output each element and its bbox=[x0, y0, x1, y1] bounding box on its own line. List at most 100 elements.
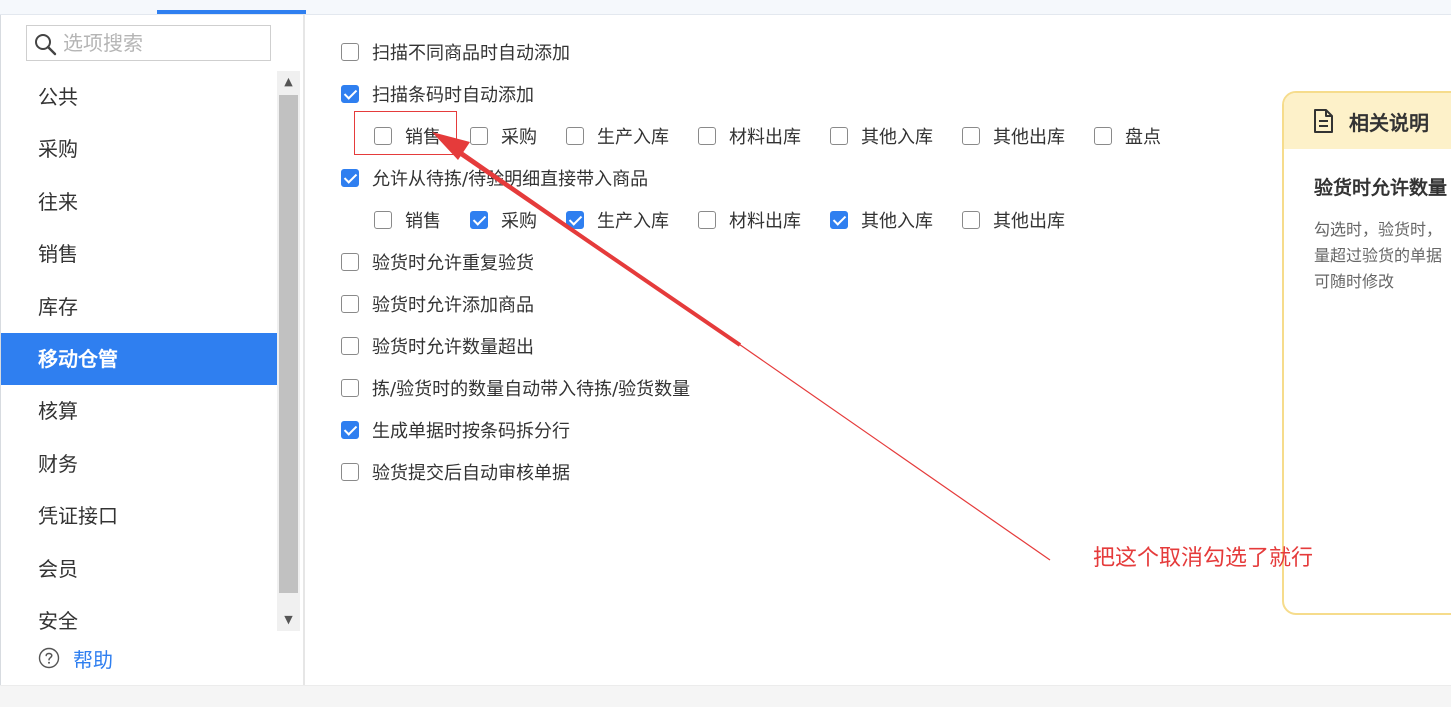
sidebar-item-mobile-warehouse[interactable]: 移动仓管 bbox=[1, 332, 277, 386]
checkbox[interactable] bbox=[830, 127, 848, 145]
checkbox[interactable] bbox=[470, 127, 488, 145]
option-label: 其他入库 bbox=[861, 127, 933, 148]
checkbox[interactable] bbox=[470, 211, 488, 229]
scan-barcode-sub-purchase[interactable]: 采购 bbox=[470, 124, 537, 148]
allow-bring-sub-production-in[interactable]: 生产入库 bbox=[566, 208, 669, 232]
sidebar-item-finance[interactable]: 财务 bbox=[1, 438, 277, 490]
option-allow-repeat-check[interactable]: 验货时允许重复验货 bbox=[341, 250, 534, 274]
top-tab-bar bbox=[0, 0, 1451, 15]
checkbox[interactable] bbox=[566, 211, 584, 229]
search-input[interactable] bbox=[61, 28, 265, 58]
related-info-header: 相关说明 bbox=[1284, 93, 1451, 149]
checkbox[interactable] bbox=[341, 379, 359, 397]
description-line: 量超过验货的单据 bbox=[1314, 246, 1443, 265]
checkbox[interactable] bbox=[341, 463, 359, 481]
sidebar-item-contacts[interactable]: 往来 bbox=[1, 176, 277, 228]
option-allow-add-goods[interactable]: 验货时允许添加商品 bbox=[341, 292, 534, 316]
checkbox[interactable] bbox=[1094, 127, 1112, 145]
help-label[interactable]: 帮助 bbox=[73, 644, 113, 673]
scan-barcode-sub-material-out[interactable]: 材料出库 bbox=[698, 124, 801, 148]
option-label: 盘点 bbox=[1125, 127, 1161, 148]
option-auto-audit-after-submit[interactable]: 验货提交后自动审核单据 bbox=[341, 460, 570, 484]
active-tab-indicator bbox=[157, 10, 306, 14]
option-label: 生产入库 bbox=[597, 127, 669, 148]
option-scan-barcode-add[interactable]: 扫描条码时自动添加 bbox=[341, 82, 534, 106]
scan-barcode-sub-other-out[interactable]: 其他出库 bbox=[962, 124, 1065, 148]
allow-bring-sub-other-out[interactable]: 其他出库 bbox=[962, 208, 1065, 232]
option-allow-bring-from-pending[interactable]: 允许从待拣/待验明细直接带入商品 bbox=[341, 166, 648, 190]
option-label: 验货时允许添加商品 bbox=[372, 295, 534, 316]
scan-barcode-sub-other-in[interactable]: 其他入库 bbox=[830, 124, 933, 148]
option-label: 其他出库 bbox=[993, 211, 1065, 232]
checkbox[interactable] bbox=[698, 127, 716, 145]
checkbox[interactable] bbox=[341, 253, 359, 271]
settings-content: 扫描不同商品时自动添加 扫描条码时自动添加 销售 采购 生产入库 材料出库 其他… bbox=[304, 15, 1451, 685]
related-info-title: 相关说明 bbox=[1349, 110, 1429, 135]
description-line: 可随时修改 bbox=[1314, 272, 1395, 291]
checkbox[interactable] bbox=[341, 85, 359, 103]
option-label: 采购 bbox=[501, 127, 537, 148]
sidebar-item-public[interactable]: 公共 bbox=[1, 71, 277, 123]
bottom-bar bbox=[0, 685, 1451, 707]
checkbox[interactable] bbox=[341, 337, 359, 355]
option-label: 拣/验货时的数量自动带入待拣/验货数量 bbox=[372, 379, 691, 400]
option-label: 扫描不同商品时自动添加 bbox=[372, 43, 570, 64]
scroll-up-arrow-icon[interactable]: ▲ bbox=[277, 71, 300, 93]
related-info-option-title: 验货时允许数量 bbox=[1314, 177, 1448, 199]
option-label: 采购 bbox=[501, 211, 537, 232]
checkbox[interactable] bbox=[374, 211, 392, 229]
allow-bring-sub-other-in[interactable]: 其他入库 bbox=[830, 208, 933, 232]
option-label: 其他入库 bbox=[861, 211, 933, 232]
sidebar-item-sales[interactable]: 销售 bbox=[1, 228, 277, 280]
checkbox[interactable] bbox=[341, 421, 359, 439]
related-info-panel: 相关说明 验货时允许数量 勾选时，验货时， 量超过验货的单据 可随时修改 bbox=[1282, 91, 1451, 615]
allow-bring-sub-purchase[interactable]: 采购 bbox=[470, 208, 537, 232]
checkbox[interactable] bbox=[341, 295, 359, 313]
allow-bring-sub-material-out[interactable]: 材料出库 bbox=[698, 208, 801, 232]
option-label: 生产入库 bbox=[597, 211, 669, 232]
scan-barcode-sub-production-in[interactable]: 生产入库 bbox=[566, 124, 669, 148]
sidebar-item-inventory[interactable]: 库存 bbox=[1, 281, 277, 333]
option-split-lines-by-barcode[interactable]: 生成单据时按条码拆分行 bbox=[341, 418, 570, 442]
help-link[interactable]: 帮助 bbox=[38, 644, 113, 673]
sidebar-item-accounting[interactable]: 核算 bbox=[1, 385, 277, 437]
sidebar-scrollbar[interactable]: ▲ ▼ bbox=[277, 71, 300, 631]
scroll-thumb[interactable] bbox=[279, 95, 298, 593]
option-label: 验货时允许数量超出 bbox=[372, 337, 534, 358]
option-label: 材料出库 bbox=[729, 211, 801, 232]
option-label: 验货时允许重复验货 bbox=[372, 253, 534, 274]
annotation-text: 把这个取消勾选了就行 bbox=[1093, 546, 1314, 571]
option-scan-different-goods[interactable]: 扫描不同商品时自动添加 bbox=[341, 40, 570, 64]
sidebar-item-member[interactable]: 会员 bbox=[1, 543, 277, 595]
option-label: 生成单据时按条码拆分行 bbox=[372, 421, 570, 442]
option-label: 其他出库 bbox=[993, 127, 1065, 148]
sidebar-nav: 公共 采购 往来 销售 库存 移动仓管 核算 财务 凭证接口 会员 安全 bbox=[1, 71, 277, 647]
annotation-highlight-box bbox=[354, 111, 457, 155]
checkbox[interactable] bbox=[566, 127, 584, 145]
option-label: 销售 bbox=[405, 211, 441, 232]
sidebar-item-security[interactable]: 安全 bbox=[1, 595, 277, 647]
related-info-description: 勾选时，验货时， 量超过验货的单据 可随时修改 bbox=[1314, 217, 1451, 295]
description-line: 勾选时，验货时， bbox=[1314, 220, 1443, 239]
option-auto-bring-qty[interactable]: 拣/验货时的数量自动带入待拣/验货数量 bbox=[341, 376, 690, 400]
option-label: 允许从待拣/待验明细直接带入商品 bbox=[372, 169, 649, 190]
checkbox[interactable] bbox=[830, 211, 848, 229]
checkbox[interactable] bbox=[698, 211, 716, 229]
search-icon bbox=[35, 34, 57, 56]
option-label: 扫描条码时自动添加 bbox=[372, 85, 534, 106]
option-label: 材料出库 bbox=[729, 127, 801, 148]
scan-barcode-sub-stocktake[interactable]: 盘点 bbox=[1094, 124, 1161, 148]
checkbox[interactable] bbox=[962, 211, 980, 229]
sidebar-item-voucher-interface[interactable]: 凭证接口 bbox=[1, 490, 277, 542]
option-search-box[interactable] bbox=[26, 25, 271, 61]
scroll-down-arrow-icon[interactable]: ▼ bbox=[277, 609, 300, 631]
allow-bring-sub-sales[interactable]: 销售 bbox=[374, 208, 441, 232]
question-circle-icon bbox=[38, 647, 60, 669]
sidebar: 公共 采购 往来 销售 库存 移动仓管 核算 财务 凭证接口 会员 安全 ▲ ▼… bbox=[0, 15, 305, 685]
option-label: 验货提交后自动审核单据 bbox=[372, 463, 570, 484]
option-allow-qty-exceed[interactable]: 验货时允许数量超出 bbox=[341, 334, 534, 358]
sidebar-item-purchase[interactable]: 采购 bbox=[1, 123, 277, 175]
checkbox[interactable] bbox=[341, 169, 359, 187]
checkbox[interactable] bbox=[341, 43, 359, 61]
checkbox[interactable] bbox=[962, 127, 980, 145]
